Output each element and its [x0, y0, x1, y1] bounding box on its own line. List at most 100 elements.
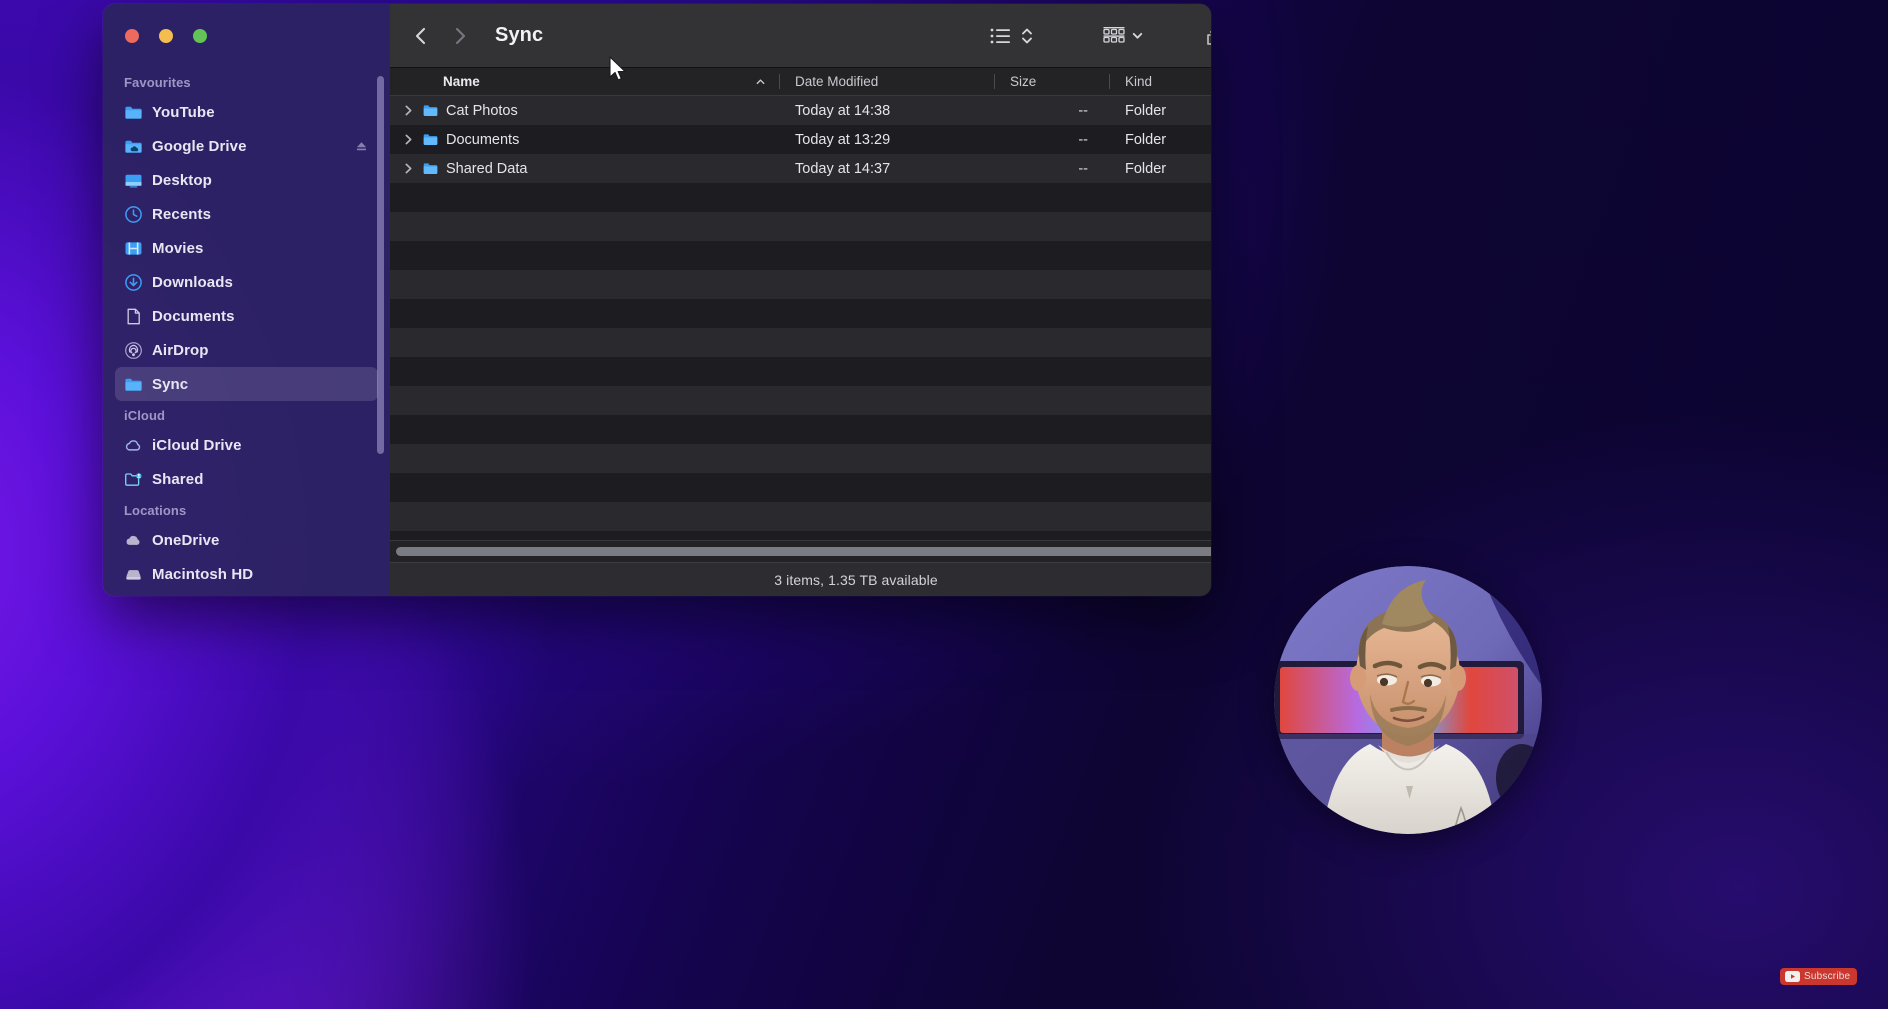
sidebar-item-sync[interactable]: Sync	[115, 367, 378, 401]
sort-order-button[interactable]	[1021, 26, 1033, 46]
movies-icon	[124, 239, 143, 258]
sidebar-item-youtube[interactable]: YouTube	[115, 95, 378, 129]
chevron-right-icon[interactable]	[402, 162, 415, 175]
sidebar-item-label: Sync	[152, 376, 188, 393]
folder-icon	[124, 375, 143, 394]
column-header-kind[interactable]: Kind	[1110, 68, 1211, 95]
file-size-cell: --	[995, 132, 1110, 148]
sidebar-item-google-drive[interactable]: Google Drive	[115, 129, 378, 163]
folder-shared-icon	[124, 470, 143, 489]
file-name-cell[interactable]: Shared Data	[390, 160, 780, 177]
download-icon	[124, 273, 143, 292]
cloud-grey-icon	[124, 531, 143, 550]
presenter-webcam	[1274, 566, 1542, 834]
share-button[interactable]	[1205, 25, 1211, 47]
subscribe-label: Subscribe	[1804, 971, 1850, 982]
group-by-button[interactable]	[1102, 26, 1144, 46]
harddisk-icon	[124, 565, 143, 584]
sidebar-item-onedrive[interactable]: OneDrive	[115, 523, 378, 557]
sidebar-item-label: iCloud Drive	[152, 437, 242, 454]
list-view-button[interactable]	[990, 27, 1012, 45]
desktop-icon	[124, 171, 143, 190]
empty-row	[390, 357, 1211, 386]
folder-cloud-icon	[124, 137, 143, 156]
sidebar-item-label: Shared	[152, 471, 203, 488]
column-header-date-label: Date Modified	[795, 74, 878, 89]
table-row[interactable]: DocumentsToday at 13:29--Folder	[390, 125, 1211, 154]
column-header-kind-label: Kind	[1125, 74, 1152, 89]
column-header-size-label: Size	[1010, 74, 1036, 89]
empty-row	[390, 531, 1211, 540]
status-bar: 3 items, 1.35 TB available	[390, 562, 1211, 596]
column-header-size[interactable]: Size	[995, 68, 1110, 95]
document-icon	[124, 307, 143, 326]
file-date-cell: Today at 13:29	[780, 132, 995, 148]
eject-icon[interactable]	[355, 140, 368, 153]
sidebar-item-label: Desktop	[152, 172, 212, 189]
close-button[interactable]	[125, 29, 139, 43]
sidebar-item-documents[interactable]: Documents	[115, 299, 378, 333]
sidebar-item-label: Documents	[152, 308, 235, 325]
horizontal-scrollbar-thumb[interactable]	[396, 547, 1211, 556]
webcam-video	[1274, 566, 1542, 834]
sidebar-item-recents[interactable]: Recents	[115, 197, 378, 231]
file-name-cell[interactable]: Cat Photos	[390, 102, 780, 119]
forward-button[interactable]	[445, 21, 475, 51]
sidebar-item-icloud-drive[interactable]: iCloud Drive	[115, 428, 378, 462]
sidebar-item-shared[interactable]: Shared	[115, 462, 378, 496]
page-title: Sync	[495, 24, 543, 47]
sidebar-item-label: Google Drive	[152, 138, 247, 155]
airdrop-icon	[124, 341, 143, 360]
share-icon	[1205, 25, 1211, 47]
chevron-right-icon[interactable]	[402, 104, 415, 117]
empty-row	[390, 502, 1211, 531]
column-header-name[interactable]: Name	[390, 68, 780, 95]
view-controls	[990, 26, 1033, 46]
group-by-icon	[1102, 26, 1126, 46]
sidebar-item-label: Movies	[152, 240, 203, 257]
folder-icon	[422, 131, 439, 148]
folder-icon	[422, 102, 439, 119]
sidebar-group-label-locations: Locations	[103, 496, 390, 523]
folder-icon	[422, 160, 439, 177]
sidebar-group-label-favourites: Favourites	[103, 68, 390, 95]
sidebar-group-label-icloud: iCloud	[103, 401, 390, 428]
sidebar-item-macintosh-hd[interactable]: Macintosh HD	[115, 557, 378, 591]
clock-icon	[124, 205, 143, 224]
sidebar-item-movies[interactable]: Movies	[115, 231, 378, 265]
chevron-right-icon	[453, 26, 467, 46]
window-traffic-lights	[125, 29, 207, 43]
list-view-icon	[990, 27, 1012, 45]
sidebar-item-label: YouTube	[152, 104, 215, 121]
file-date-cell: Today at 14:37	[780, 161, 995, 177]
table-row[interactable]: Shared DataToday at 14:37--Folder	[390, 154, 1211, 183]
back-button[interactable]	[405, 21, 435, 51]
sidebar-item-airdrop[interactable]: AirDrop	[115, 333, 378, 367]
column-header-name-label: Name	[443, 74, 480, 89]
file-kind-cell: Folder	[1110, 103, 1211, 119]
file-list: Cat PhotosToday at 14:38--FolderDocument…	[390, 96, 1211, 540]
sidebar-scrollbar[interactable]	[377, 76, 384, 454]
chevron-down-icon	[1131, 29, 1144, 42]
column-header-date-modified[interactable]: Date Modified	[780, 68, 995, 95]
minimize-button[interactable]	[159, 29, 173, 43]
folder-icon	[124, 103, 143, 122]
sidebar-item-label: Recents	[152, 206, 211, 223]
empty-row	[390, 328, 1211, 357]
empty-row	[390, 444, 1211, 473]
empty-row	[390, 415, 1211, 444]
subscribe-badge[interactable]: Subscribe	[1780, 968, 1857, 985]
sidebar-item-label: OneDrive	[152, 532, 220, 549]
sidebar-item-desktop[interactable]: Desktop	[115, 163, 378, 197]
empty-row	[390, 241, 1211, 270]
empty-row	[390, 386, 1211, 415]
maximize-button[interactable]	[193, 29, 207, 43]
youtube-play-icon	[1785, 971, 1800, 982]
finder-window: Favourites YouTube Google Drive Desktop Rece…	[103, 4, 1211, 596]
chevron-right-icon[interactable]	[402, 133, 415, 146]
file-name-cell[interactable]: Documents	[390, 131, 780, 148]
table-row[interactable]: Cat PhotosToday at 14:38--Folder	[390, 96, 1211, 125]
file-date-cell: Today at 14:38	[780, 103, 995, 119]
sidebar-item-downloads[interactable]: Downloads	[115, 265, 378, 299]
cloud-icon	[124, 436, 143, 455]
